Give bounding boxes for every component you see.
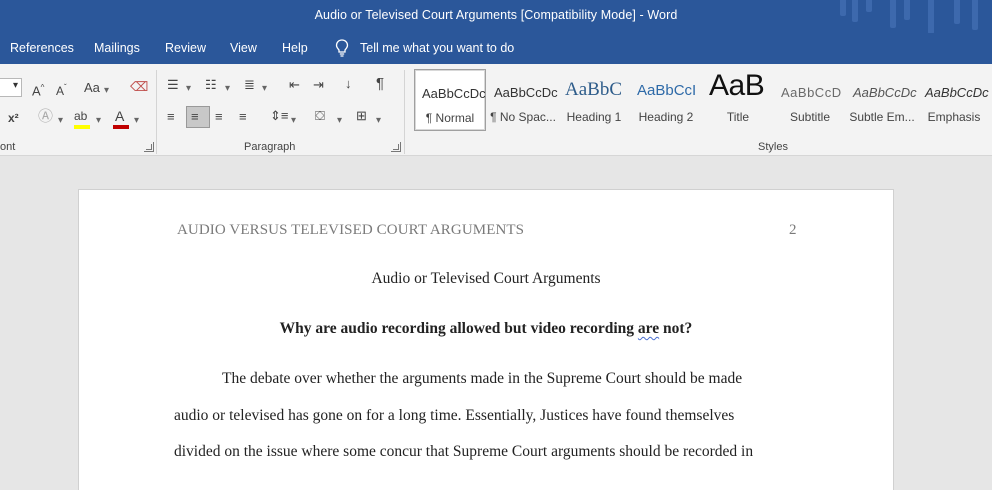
question-text: Why are audio recording allowed but vide… (279, 320, 638, 337)
superscript-icon[interactable]: x² (8, 110, 19, 126)
style-sample: AaBbCcDc (422, 86, 485, 101)
show-formatting-marks-icon[interactable]: ¶ (376, 76, 384, 92)
shrink-font-icon[interactable]: Aˇ (56, 80, 67, 99)
style-subtle-emphasis[interactable]: AaBbCcDc Subtle Em... (846, 69, 918, 131)
paragraph-line: divided on the issue where some concur t… (174, 443, 754, 460)
style-title[interactable]: AaB Title (702, 69, 774, 131)
paragraph-dialog-launcher[interactable] (391, 142, 401, 152)
style-subtitle[interactable]: AaBbCcD Subtitle (774, 69, 846, 131)
decrease-indent-icon[interactable]: ⇤ (289, 77, 300, 93)
tell-me-label: Tell me what you want to do (360, 41, 515, 55)
grow-font-icon[interactable]: A^ (32, 80, 44, 99)
paragraph-line: audio or televised has gone on for a lon… (174, 407, 735, 424)
page-number: 2 (789, 222, 797, 238)
style-sample: AaBbCcD (781, 85, 842, 100)
tab-view[interactable]: View (230, 41, 257, 55)
increase-indent-icon[interactable]: ⇥ (313, 77, 324, 93)
chevron-down-icon[interactable]: ▾ (291, 113, 296, 129)
style-label: Heading 1 (566, 110, 622, 124)
font-group-label: ont (0, 141, 16, 153)
title-bar: Audio or Televised Court Arguments [Comp… (0, 0, 992, 33)
chevron-down-icon[interactable]: ▾ (104, 83, 109, 99)
ribbon: A^ Aˇ Aa ▾ ⌫ x² Ⓐ ▾ ab ▾ A ▾ ont ☰ ▾ ☷ ▾… (0, 64, 992, 156)
style-sample: AaBbCcDc (494, 85, 558, 100)
style-label: Subtitle (789, 110, 831, 124)
tab-review[interactable]: Review (165, 41, 206, 55)
document-canvas[interactable]: AUDIO VERSUS TELEVISED COURT ARGUMENTS 2… (0, 157, 992, 490)
style-label: Emphasis (927, 110, 981, 124)
chevron-down-icon[interactable]: ▾ (186, 81, 191, 97)
text-effects-icon[interactable]: Ⓐ (38, 109, 53, 125)
paragraph-line: The debate over whether the arguments ma… (222, 370, 743, 387)
line-spacing-icon[interactable]: ⇕≡ (270, 108, 288, 124)
highlight-icon[interactable]: ab (74, 108, 87, 124)
tab-references[interactable]: References (10, 41, 74, 55)
style-label: Subtle Em... (849, 110, 915, 124)
group-separator (404, 70, 405, 154)
multilevel-list-icon[interactable]: ≣ (244, 77, 255, 93)
style-heading-1[interactable]: AaBbC Heading 1 (558, 69, 630, 131)
style-label: Heading 2 (638, 110, 694, 124)
question-text-end: not? (659, 320, 693, 337)
chevron-down-icon[interactable]: ▾ (376, 113, 381, 129)
title-bar-decoration (832, 0, 992, 33)
tab-help[interactable]: Help (282, 41, 308, 55)
document-title: Audio or Televised Court Arguments (371, 270, 601, 287)
chevron-down-icon[interactable]: ▾ (134, 113, 139, 129)
chevron-down-icon[interactable]: ▾ (262, 81, 267, 97)
lightbulb-icon (335, 39, 349, 57)
numbering-icon[interactable]: ☷ (205, 77, 217, 93)
tell-me-search[interactable]: Tell me what you want to do (335, 39, 514, 57)
style-label: ¶ No Spac... (490, 110, 556, 124)
paragraph-group-label: Paragraph (244, 141, 296, 153)
justify-icon[interactable]: ≡ (239, 109, 247, 125)
chevron-down-icon[interactable]: ▾ (58, 113, 63, 129)
style-sample: AaBbC (565, 79, 622, 100)
tab-mailings[interactable]: Mailings (94, 41, 140, 55)
clear-formatting-icon[interactable]: ⌫ (130, 79, 148, 95)
style-sample: AaB (709, 69, 765, 102)
style-label: Title (726, 110, 750, 124)
sort-icon[interactable]: ↓ (345, 76, 352, 92)
shading-icon[interactable]: ⛋ (315, 108, 325, 124)
align-left-icon[interactable]: ≡ (167, 109, 175, 125)
style-emphasis[interactable]: AaBbCcDc Emphasis (918, 69, 990, 131)
ribbon-tabs: References Mailings Review View Help Tel… (0, 33, 992, 64)
running-head: AUDIO VERSUS TELEVISED COURT ARGUMENTS (177, 222, 525, 238)
chevron-down-icon[interactable]: ▾ (337, 113, 342, 129)
change-case-icon[interactable]: Aa (84, 80, 100, 96)
style-label: ¶ Normal (425, 111, 475, 125)
style-normal[interactable]: AaBbCcDc ¶ Normal (414, 69, 486, 131)
font-dialog-launcher[interactable] (144, 142, 154, 152)
styles-group-label: Styles (758, 141, 788, 153)
style-heading-2[interactable]: AaBbCcI Heading 2 (630, 69, 702, 131)
style-sample: AaBbCcDc (925, 85, 989, 100)
align-center-icon[interactable]: ≡ (191, 109, 199, 125)
chevron-down-icon[interactable]: ▾ (96, 113, 101, 129)
borders-icon[interactable]: ⊞ (356, 108, 367, 124)
style-sample: AaBbCcI (637, 82, 697, 99)
grammar-flagged-word[interactable]: are (638, 320, 659, 337)
style-no-spacing[interactable]: AaBbCcDc ¶ No Spac... (487, 69, 559, 131)
bullets-icon[interactable]: ☰ (167, 77, 179, 93)
section-question: Why are audio recording allowed but vide… (79, 320, 893, 338)
font-size-dropdown[interactable] (0, 78, 22, 97)
font-color-bar (113, 125, 129, 129)
font-color-icon[interactable]: A (115, 108, 124, 124)
align-right-icon[interactable]: ≡ (215, 109, 223, 125)
highlight-color-bar (74, 125, 90, 129)
chevron-down-icon[interactable]: ▾ (225, 81, 230, 97)
group-separator (156, 70, 157, 154)
styles-gallery: AaBbCcDc ¶ Normal AaBbCcDc ¶ No Spac... … (412, 69, 992, 131)
document-page[interactable]: AUDIO VERSUS TELEVISED COURT ARGUMENTS 2… (79, 190, 893, 490)
style-sample: AaBbCcDc (853, 85, 917, 100)
